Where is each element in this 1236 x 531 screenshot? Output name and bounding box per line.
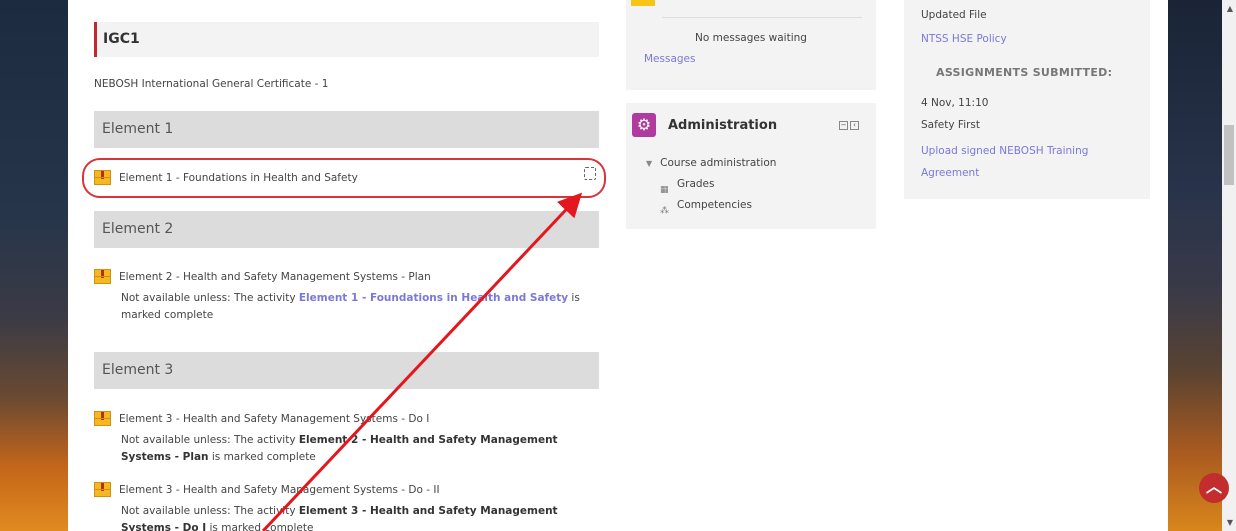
messages-block: No messages waiting Messages [626,0,876,90]
grades-label[interactable]: Grades [677,174,714,195]
scroll-up-icon[interactable]: ▲ [1227,4,1233,13]
restriction-suffix: is marked complete [206,522,314,531]
completion-checkbox[interactable] [584,167,596,180]
course-title: IGC1 [94,22,599,57]
activity-element-3-do-ii[interactable]: Element 3 - Health and Safety Management… [94,482,599,531]
annotation-highlight-oval [82,158,606,198]
restriction-prefix: Not available unless: The activity [121,292,299,304]
administration-block: ⚙ Administration − ‹ ▼ Course administrat… [626,103,876,229]
caret-down-icon: ▼ [646,159,653,168]
restriction-note: Not available unless: The activity Eleme… [121,290,591,324]
restriction-note: Not available unless: The activity Eleme… [121,503,591,531]
recent-activity-block: Updated File NTSS HSE Policy ASSIGNMENTS… [904,0,1150,199]
competencies-label[interactable]: Competencies [677,195,752,216]
restriction-prefix: Not available unless: The activity [121,505,299,517]
upload-agreement-link[interactable]: Upload signed NEBOSH Training Agreement [921,140,1121,184]
scrollbar[interactable]: ▲ ▼ [1222,0,1236,531]
restriction-note: Not available unless: The activity Eleme… [121,432,591,466]
updated-file-label: Updated File [921,9,987,21]
admin-tree: ▼ Course administration ▦ Grades ⁂ Competen… [646,153,776,216]
grades-link[interactable]: ▦ Grades [646,174,776,195]
assignments-submitted-heading: ASSIGNMENTS SUBMITTED: [936,66,1113,79]
package-icon [94,269,111,284]
section-element-1[interactable]: Element 1 [94,111,599,148]
table-icon: ▦ [660,184,669,195]
no-messages-text: No messages waiting [695,32,807,44]
messages-link[interactable]: Messages [644,53,696,65]
scrollbar-thumb[interactable] [1224,125,1234,185]
competencies-link[interactable]: ⁂ Competencies [646,195,776,216]
page: IGC1 NEBOSH International General Certif… [68,0,1229,531]
ntss-hse-policy-link[interactable]: NTSS HSE Policy [921,33,1007,45]
background-left [0,0,68,531]
block-controls: − ‹ [839,121,859,130]
activity-element-2[interactable]: Element 2 - Health and Safety Management… [94,269,599,324]
collapse-icon[interactable]: − [839,121,848,130]
background-right: ▲ ▼ [1168,0,1236,531]
course-description: NEBOSH International General Certificate… [94,78,329,90]
submitter-name: Safety First [921,119,981,131]
divider [662,17,862,18]
course-administration-label[interactable]: Course administration [660,157,776,169]
restriction-link[interactable]: Element 1 - Foundations in Health and Sa… [299,292,568,304]
dock-icon[interactable]: ‹ [850,121,859,130]
activity-title[interactable]: Element 3 - Health and Safety Management… [119,484,440,496]
activity-title[interactable]: Element 2 - Health and Safety Management… [119,271,431,283]
package-icon [94,411,111,426]
scroll-down-icon[interactable]: ▼ [1227,518,1233,527]
activity-element-3-do-i[interactable]: Element 3 - Health and Safety Management… [94,411,599,466]
package-icon [94,482,111,497]
section-element-3[interactable]: Element 3 [94,352,599,389]
chevron-up-icon[interactable]: ︿ [1199,473,1229,503]
submission-date: 4 Nov, 11:10 [921,97,989,109]
course-administration-node[interactable]: ▼ Course administration [646,153,776,174]
restriction-prefix: Not available unless: The activity [121,434,299,446]
competencies-icon: ⁂ [660,205,669,216]
restriction-suffix: is marked complete [208,451,316,463]
administration-title: Administration [668,118,778,133]
gears-icon: ⚙ [632,113,656,137]
section-element-2[interactable]: Element 2 [94,211,599,248]
messages-icon [631,0,655,6]
activity-title[interactable]: Element 3 - Health and Safety Management… [119,413,429,425]
